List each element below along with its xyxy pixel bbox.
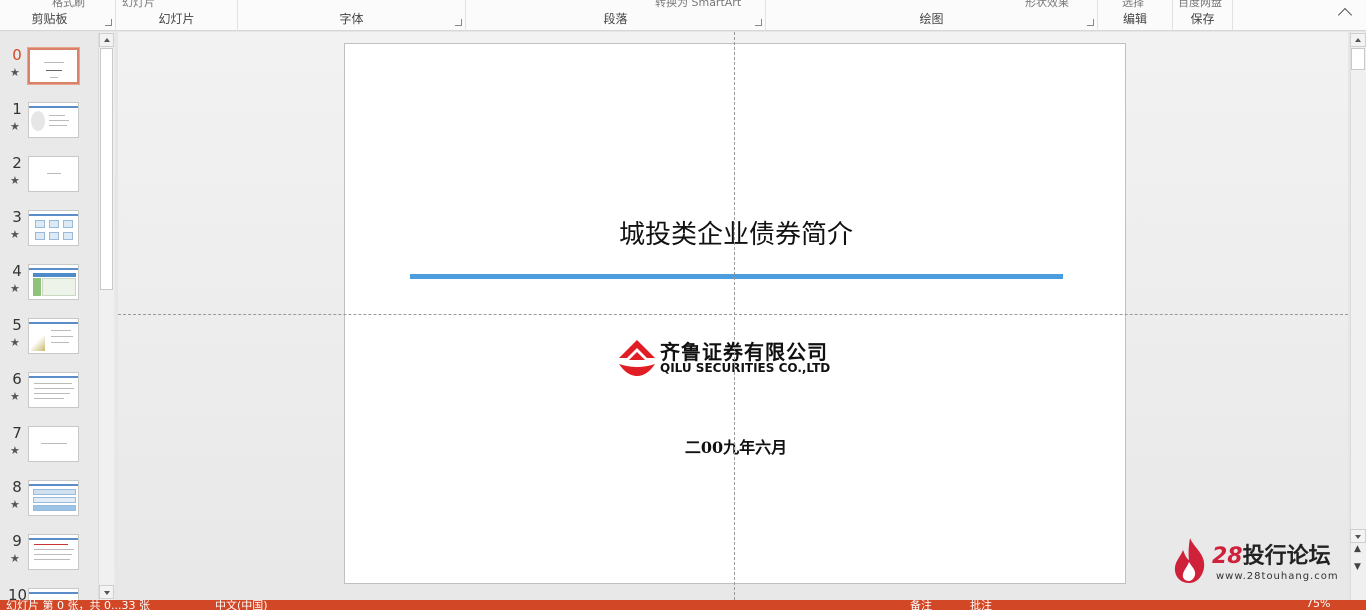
animation-star-icon: ★ xyxy=(10,282,20,295)
horizontal-guide[interactable] xyxy=(118,314,1348,315)
slide-thumbnails-panel: 0 ★ 1 ★ 2 ★ 3 ★ 4 ★ 5 ★ 6 ★ 7 ★ 8 ★ 9 ★ … xyxy=(0,32,116,600)
animation-star-icon: ★ xyxy=(10,120,20,133)
thumbnail-7[interactable]: 7 ★ xyxy=(0,424,98,478)
thumbnail-number: 3 xyxy=(12,208,22,226)
dialog-launcher-icon[interactable] xyxy=(755,19,762,26)
scroll-up-arrow-icon[interactable] xyxy=(99,33,114,47)
previous-slide-icon[interactable]: ▲ xyxy=(1354,544,1361,554)
group-font: 字体 xyxy=(238,0,466,31)
thumbnail-number: 4 xyxy=(12,262,22,280)
thumbnail-number: 10 xyxy=(8,586,28,600)
group-drawing: 绘图 xyxy=(766,0,1098,31)
qilu-logo-icon xyxy=(619,340,655,376)
slide-editor-area[interactable]: 城投类企业债券简介 齐鲁证券有限公司 QILU SECURITIES CO.,L… xyxy=(118,32,1348,600)
group-slides: 幻灯片 xyxy=(116,0,238,31)
thumbnail-0[interactable]: 0 ★ xyxy=(0,46,98,100)
vertical-guide[interactable] xyxy=(734,32,735,600)
animation-star-icon: ★ xyxy=(10,498,20,511)
slide-title[interactable]: 城投类企业债券简介 xyxy=(345,214,1127,251)
company-logo[interactable]: 齐鲁证券有限公司 QILU SECURITIES CO.,LTD xyxy=(617,336,857,380)
group-label: 幻灯片 xyxy=(158,12,195,26)
thumbnail-preview[interactable] xyxy=(27,47,80,85)
thumbnail-number: 2 xyxy=(12,154,22,172)
scrollbar-thumb[interactable] xyxy=(100,48,113,290)
thumbnail-5[interactable]: 5 ★ xyxy=(0,316,98,370)
watermark-title: 28投行论坛 xyxy=(1212,538,1331,570)
thumbnail-number: 6 xyxy=(12,370,22,388)
thumbnail-preview[interactable] xyxy=(28,426,79,462)
thumbnail-9[interactable]: 9 ★ xyxy=(0,532,98,586)
slide-date[interactable]: 二00九年六月 xyxy=(345,434,1127,458)
notes-button[interactable]: 备注 xyxy=(910,600,932,610)
animation-star-icon: ★ xyxy=(10,228,20,241)
group-clipboard: 剪贴板 xyxy=(0,0,116,31)
editor-scrollbar[interactable]: ▲ ▼ xyxy=(1350,32,1366,600)
zoom-level[interactable]: 75% xyxy=(1306,600,1330,610)
thumbnail-10[interactable]: 10 xyxy=(0,586,98,600)
group-editing: 编辑 xyxy=(1098,0,1173,31)
animation-star-icon: ★ xyxy=(10,336,20,349)
thumbnail-3[interactable]: 3 ★ xyxy=(0,208,98,262)
scroll-up-arrow-icon[interactable] xyxy=(1350,33,1366,47)
thumbnail-number: 8 xyxy=(12,478,22,496)
collapse-ribbon-icon[interactable] xyxy=(1337,7,1353,23)
group-save: 保存 xyxy=(1173,0,1233,31)
watermark-url: www.28touhang.com xyxy=(1216,571,1339,582)
thumbnail-1[interactable]: 1 ★ xyxy=(0,100,98,154)
animation-star-icon: ★ xyxy=(10,444,20,457)
watermark-text: 投行论坛 xyxy=(1242,544,1331,569)
watermark-number: 28 xyxy=(1212,544,1243,569)
thumbnail-number: 9 xyxy=(12,532,22,550)
language-status[interactable]: 中文(中国) xyxy=(215,600,268,610)
thumbnail-number: 5 xyxy=(12,316,22,334)
company-name-en: QILU SECURITIES CO.,LTD xyxy=(660,361,831,375)
thumbnail-preview[interactable] xyxy=(28,210,79,246)
comments-button[interactable]: 批注 xyxy=(970,600,992,610)
title-underline-bar[interactable] xyxy=(410,274,1063,279)
group-label: 保存 xyxy=(1190,12,1215,26)
animation-star-icon: ★ xyxy=(10,174,20,187)
thumbnail-number: 0 xyxy=(12,46,22,64)
group-label: 段落 xyxy=(603,12,628,26)
group-label: 绘图 xyxy=(919,12,944,26)
next-slide-icon[interactable]: ▼ xyxy=(1354,562,1361,572)
thumbnail-preview[interactable] xyxy=(28,156,79,192)
dialog-launcher-icon[interactable] xyxy=(455,19,462,26)
thumbnail-preview[interactable] xyxy=(28,480,79,516)
thumbnail-preview[interactable] xyxy=(28,102,79,138)
group-label: 剪贴板 xyxy=(31,12,68,26)
scrollbar-thumb[interactable] xyxy=(1351,48,1365,70)
thumbnail-number: 7 xyxy=(12,424,22,442)
slide-count-status: 幻灯片 第 0 张，共 0...33 张 xyxy=(6,600,150,610)
thumbnail-preview[interactable] xyxy=(28,534,79,570)
animation-star-icon: ★ xyxy=(10,390,20,403)
animation-star-icon: ★ xyxy=(10,66,20,79)
thumbnail-preview[interactable] xyxy=(28,264,79,300)
group-paragraph: 段落 xyxy=(466,0,766,31)
dialog-launcher-icon[interactable] xyxy=(105,19,112,26)
dialog-launcher-icon[interactable] xyxy=(1087,19,1094,26)
scroll-down-arrow-icon[interactable] xyxy=(1350,529,1366,543)
thumbnail-preview[interactable] xyxy=(28,372,79,408)
thumbnails-scrollbar[interactable] xyxy=(98,32,114,600)
flame-icon xyxy=(1174,538,1205,583)
thumbnail-2[interactable]: 2 ★ xyxy=(0,154,98,208)
thumbnail-number: 1 xyxy=(12,100,22,118)
thumbnail-preview[interactable] xyxy=(28,588,79,600)
thumbnail-4[interactable]: 4 ★ xyxy=(0,262,98,316)
ribbon: 格式刷 幻灯片 转换为 SmartArt 形状效果 选择 百度网盘 剪贴板 幻灯… xyxy=(0,0,1366,31)
scroll-down-arrow-icon[interactable] xyxy=(99,585,114,599)
thumbnail-6[interactable]: 6 ★ xyxy=(0,370,98,424)
thumbnail-preview[interactable] xyxy=(28,318,79,354)
group-label: 字体 xyxy=(339,12,364,26)
group-label: 编辑 xyxy=(1122,12,1147,26)
watermark-logo: 28投行论坛 www.28touhang.com xyxy=(1172,536,1342,586)
animation-star-icon: ★ xyxy=(10,552,20,565)
status-bar: 幻灯片 第 0 张，共 0...33 张 中文(中国) 备注 批注 75% xyxy=(0,600,1366,610)
thumbnail-8[interactable]: 8 ★ xyxy=(0,478,98,532)
